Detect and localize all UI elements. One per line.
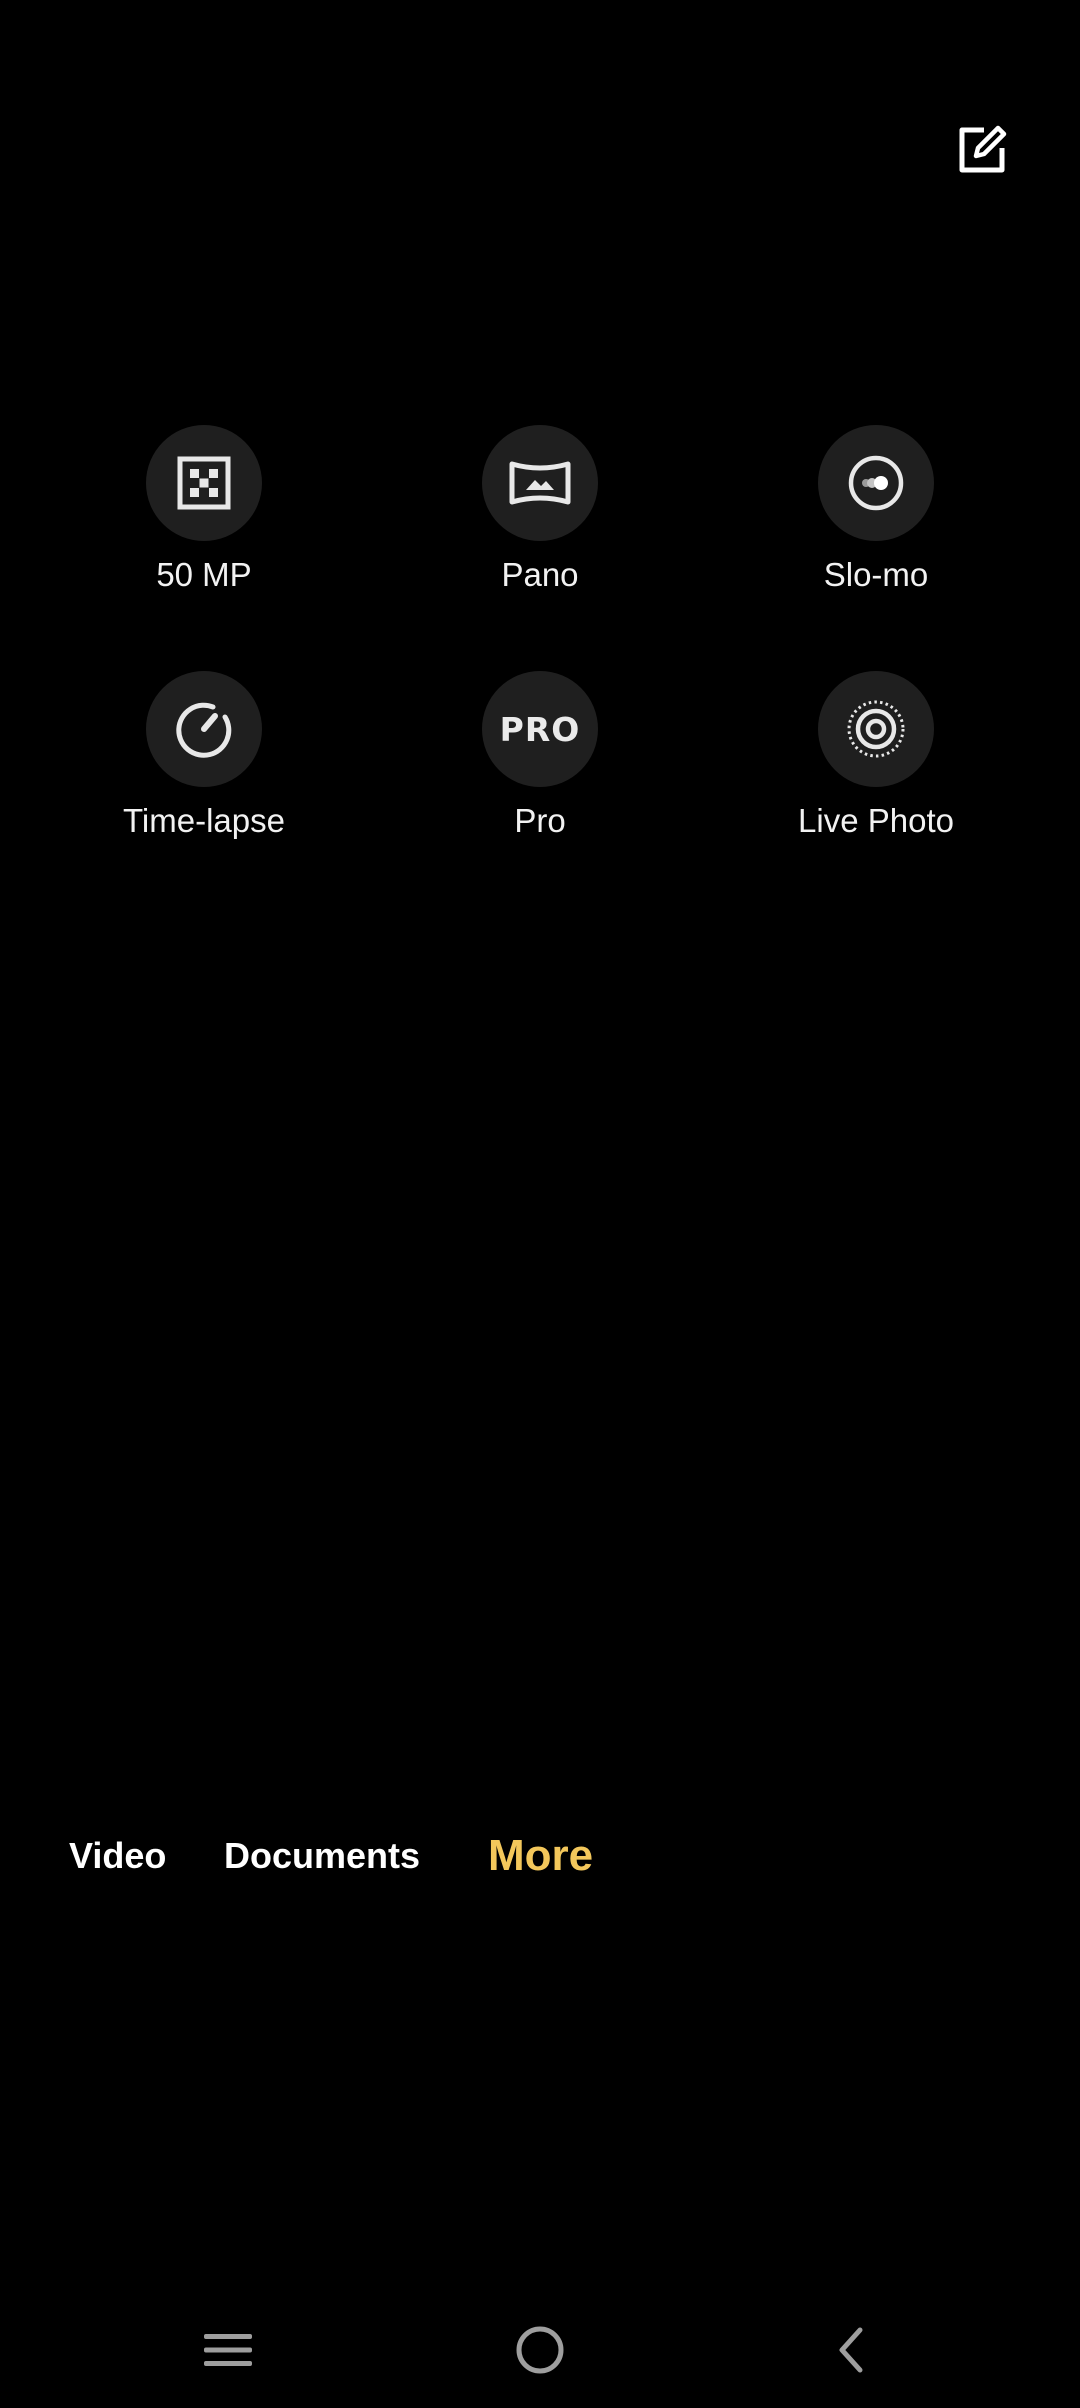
edit-square-icon [959,125,1007,173]
mode-label: 50 MP [156,556,252,593]
mode-label: Slo-mo [823,556,929,593]
edit-button[interactable] [950,118,1014,182]
50mp-grid-icon [177,456,231,510]
mode-pano[interactable]: Pano [390,425,690,595]
panorama-icon [509,461,571,505]
mode-slo-mo[interactable]: Slo-mo [726,425,1026,595]
mode-circle [146,671,262,787]
mode-circle [482,425,598,541]
mode-label: Live Photo [798,802,954,839]
mode-circle [146,425,262,541]
mode-circle: PRO [482,671,598,787]
mode-label: Pro [514,802,566,839]
mode-label: Pano [501,556,579,593]
menu-button[interactable] [188,2310,268,2390]
mode-50mp[interactable]: 50 MP [54,425,354,595]
mode-circle [818,425,934,541]
mode-circle [818,671,934,787]
home-circle-icon [516,2326,564,2374]
back-chevron-icon [839,2327,863,2373]
home-button[interactable] [500,2310,580,2390]
tab-documents[interactable]: Documents [224,1826,420,1886]
mode-time-lapse[interactable]: Time-lapse [54,671,354,841]
mode-pro[interactable]: PRO Pro [390,671,690,841]
tab-more[interactable]: More [488,1826,593,1886]
mode-live-photo[interactable]: Live Photo [726,671,1026,841]
tab-video[interactable]: Video [69,1826,166,1886]
system-nav-bar [0,2310,1080,2390]
menu-icon [204,2334,252,2366]
back-button[interactable] [810,2310,890,2390]
slow-motion-icon [848,455,904,511]
mode-label: Time-lapse [123,802,285,839]
pro-icon: PRO [499,709,581,749]
live-photo-icon [847,700,905,758]
mode-tabs: Video Documents More [0,1826,1080,1886]
timelapse-dial-icon [176,702,232,758]
